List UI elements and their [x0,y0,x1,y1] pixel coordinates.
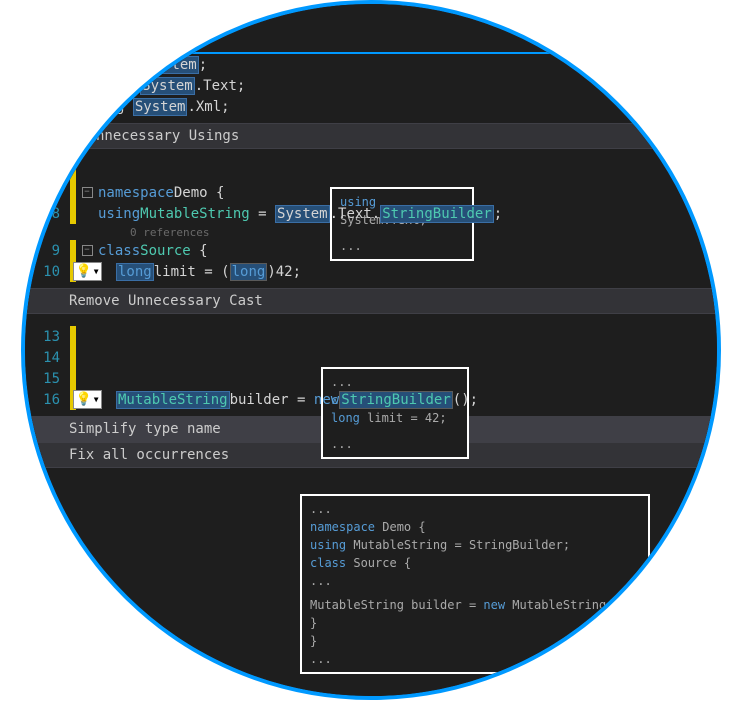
code-line[interactable]: 9 − class Source { [25,240,717,261]
line-number: 1 [25,57,70,73]
code-line[interactable]: 10 💡 ▼ long limit = (long)42; [25,261,717,282]
line-number: 6 [25,164,70,180]
code-text: MutableString builder = new StringBuilde… [116,391,478,409]
fold-collapse-icon[interactable]: − [82,245,93,256]
change-marker [70,161,76,182]
code-line[interactable]: 3 💡 ▼ g System.Xml; [25,96,717,117]
code-line[interactable]: 8 using MutableString = System.Text.Stri… [25,203,717,224]
fold-gutter: 💡 ▼ [76,97,98,116]
quickfix-remove-usings[interactable]: emove Unnecessary Usings [25,123,717,149]
line-number: 16 [25,392,70,408]
change-marker [70,75,76,96]
preview-box: ... namespace Demo { using MutableString… [300,494,650,674]
code-line[interactable]: 2 using System.Text; [25,75,717,96]
code-line[interactable]: 16 💡 ▼ MutableString builder = new Strin… [25,389,717,410]
code-text: long limit = (long)42; [116,263,301,281]
line-number: 7 [25,185,70,201]
code-area[interactable]: 1 using System; 2 using System.Text; 3 💡… [25,54,717,468]
line-number: 3 [25,99,70,115]
circle-viewport: 1 using System; 2 using System.Text; 3 💡… [21,0,721,700]
code-line[interactable]: 7 − namespace Demo { [25,182,717,203]
change-marker [70,368,76,389]
lightbulb-icon: 💡 [76,392,92,407]
change-marker [70,326,76,347]
code-editor: 1 using System; 2 using System.Text; 3 💡… [25,4,717,696]
line-number: 2 [25,78,70,94]
lightbulb-icon: 💡 [76,264,92,279]
code-line[interactable]: 6 [25,161,717,182]
code-line[interactable]: 14 [25,347,717,368]
code-text: g System.Xml; [116,98,230,116]
code-line[interactable]: 13 [25,326,717,347]
fold-collapse-icon[interactable]: − [82,187,93,198]
change-marker [70,347,76,368]
code-line[interactable]: 1 using System; [25,54,717,75]
fold-gutter[interactable]: − [76,187,98,198]
code-text: using System; [98,56,207,74]
fold-gutter: 💡 ▼ [76,390,98,409]
code-text: using MutableString = System.Text.String… [98,205,502,223]
line-number: 14 [25,350,70,366]
chevron-down-icon: ▼ [94,395,99,404]
reference-count[interactable]: 0 references [130,226,209,239]
lightbulb-button[interactable]: 💡 ▼ [73,390,102,409]
quickfix-remove-cast[interactable]: Remove Unnecessary Cast [25,288,717,314]
line-number: 10 [25,264,70,280]
lightbulb-icon: 💡 [76,99,92,114]
line-number: 13 [25,329,70,345]
lightbulb-button[interactable]: 💡 ▼ [73,97,102,116]
fold-gutter[interactable]: − [76,245,98,256]
line-number: 9 [25,243,70,259]
chevron-down-icon: ▼ [94,102,99,111]
code-text: namespace Demo { [98,185,224,201]
chevron-down-icon: ▼ [94,267,99,276]
fold-gutter: 💡 ▼ [76,262,98,281]
code-text: class Source { [98,243,208,259]
codelens-row[interactable]: 0 references [25,224,717,240]
code-text: using System.Text; [98,77,245,95]
code-line[interactable]: 15 [25,368,717,389]
lightbulb-button[interactable]: 💡 ▼ [73,262,102,281]
tab-bar [25,4,717,54]
change-marker [70,54,76,75]
line-number: 15 [25,371,70,387]
line-number: 8 [25,206,70,222]
